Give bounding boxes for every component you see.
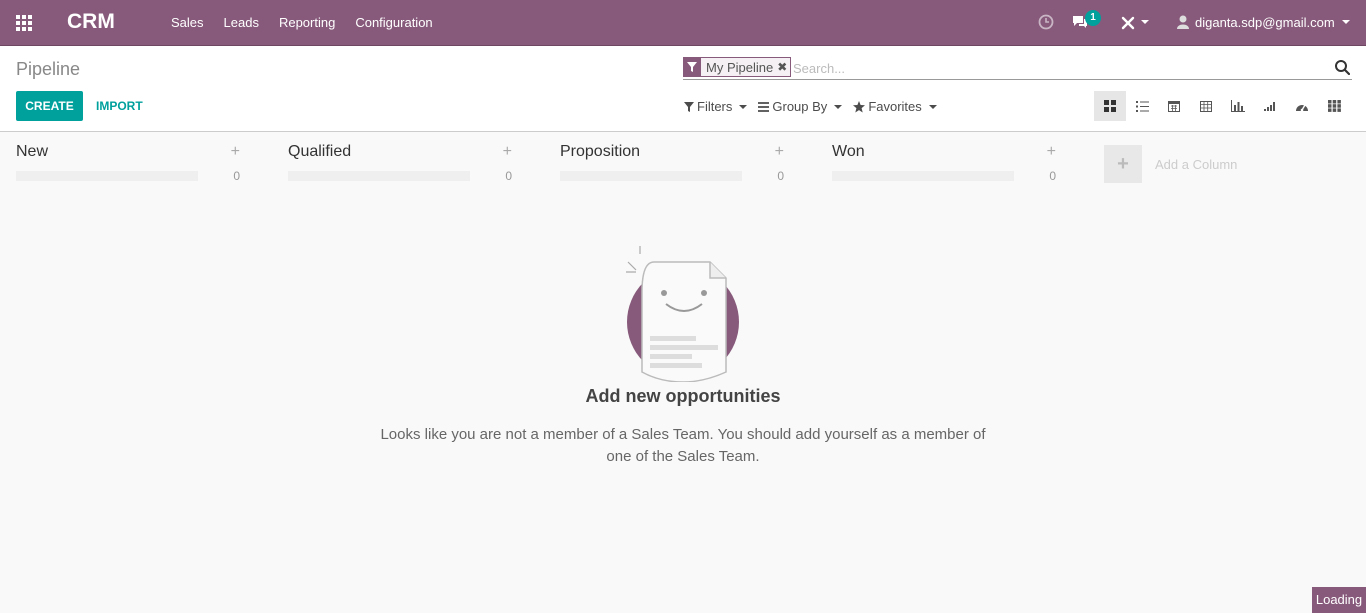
filter-icon <box>684 101 694 112</box>
menu-item-leads[interactable]: Leads <box>224 15 259 30</box>
column-progress-bar <box>832 171 1014 181</box>
column-title[interactable]: Qualified <box>288 143 351 161</box>
favorites-dropdown[interactable]: Favorites <box>853 99 937 114</box>
graph-view-icon <box>1231 100 1245 112</box>
menu-item-configuration[interactable]: Configuration <box>355 15 432 30</box>
graph-view-button[interactable] <box>1222 91 1254 121</box>
kanban-column: Qualified + 0 <box>272 132 528 192</box>
filters-dropdown[interactable]: Filters <box>684 99 748 114</box>
activity-clock-icon[interactable] <box>1038 14 1054 30</box>
top-navbar: CRM Sales Leads Reporting Configuration … <box>0 0 1366 46</box>
grid-view-icon <box>1327 100 1341 112</box>
list-view-icon <box>1135 100 1149 112</box>
add-column-button[interactable]: + Add a Column <box>1104 145 1237 183</box>
search-options: Filters Group By Favorites <box>684 99 948 114</box>
user-menu[interactable]: diganta.sdp@gmail.com <box>1195 15 1335 30</box>
search-bar: My Pipeline ✖ <box>683 56 1352 80</box>
kanban-board: New + 0 Qualified + 0 Proposition + 0 Wo… <box>0 132 1366 613</box>
debug-tools-icon[interactable] <box>1120 15 1136 31</box>
empty-document-illustration-icon <box>626 246 739 382</box>
help-text: Looks like you are not a member of a Sal… <box>380 426 986 465</box>
column-progress-bar <box>16 171 198 181</box>
column-progress-bar <box>288 171 470 181</box>
chevron-down-icon <box>739 104 748 109</box>
create-button[interactable]: CREATE <box>16 91 83 121</box>
apps-menu-icon[interactable] <box>16 15 34 31</box>
kanban-column: Won + 0 <box>816 132 1072 192</box>
dashboard-view-icon <box>1296 104 1308 112</box>
filters-label: Filters <box>697 99 733 114</box>
add-column-label: Add a Column <box>1155 156 1238 172</box>
kanban-column: Proposition + 0 <box>544 132 800 192</box>
cohort-view-button[interactable] <box>1254 91 1286 121</box>
search-icon[interactable] <box>1334 59 1350 75</box>
kanban-view-button[interactable] <box>1094 91 1126 121</box>
chevron-down-icon[interactable] <box>1342 20 1350 24</box>
quick-create-plus-icon[interactable]: + <box>231 143 240 161</box>
chevron-down-icon[interactable] <box>1141 20 1149 24</box>
column-progress-bar <box>560 171 742 181</box>
star-icon <box>853 100 866 112</box>
import-button[interactable]: IMPORT <box>96 91 143 121</box>
column-count: 0 <box>777 169 784 183</box>
column-title[interactable]: Won <box>832 143 865 161</box>
search-input[interactable] <box>793 58 1313 78</box>
menu-item-sales[interactable]: Sales <box>171 15 204 30</box>
kanban-column: New + 0 <box>0 132 256 192</box>
dashboard-view-button[interactable] <box>1286 91 1318 121</box>
column-count: 0 <box>233 169 240 183</box>
column-title[interactable]: Proposition <box>560 143 640 161</box>
group-by-label: Group By <box>772 99 828 114</box>
quick-create-plus-icon[interactable]: + <box>775 143 784 161</box>
column-count: 0 <box>505 169 512 183</box>
bars-icon <box>758 101 770 112</box>
page-title: Pipeline <box>16 59 81 79</box>
grid-view-button[interactable] <box>1318 91 1350 121</box>
column-count: 0 <box>1049 169 1056 183</box>
list-view-button[interactable] <box>1126 91 1158 121</box>
filter-icon <box>683 56 701 77</box>
quick-create-plus-icon[interactable]: + <box>503 143 512 161</box>
cohort-view-icon <box>1264 102 1275 111</box>
search-facet: My Pipeline ✖ <box>683 56 792 77</box>
loading-indicator: Loading <box>1312 587 1366 613</box>
control-panel: Pipeline My Pipeline ✖ CREATE IMPORT Fil… <box>0 46 1366 132</box>
view-switcher <box>1094 91 1350 121</box>
chevron-down-icon <box>928 104 937 109</box>
user-avatar-icon[interactable] <box>1177 14 1189 30</box>
pivot-view-button[interactable] <box>1190 91 1222 121</box>
main-menu: Sales Leads Reporting Configuration <box>171 15 453 30</box>
favorites-label: Favorites <box>868 99 922 114</box>
calendar-view-icon <box>1168 101 1180 112</box>
group-by-dropdown[interactable]: Group By <box>758 99 843 114</box>
app-brand[interactable]: CRM <box>67 10 115 34</box>
calendar-view-button[interactable] <box>1158 91 1190 121</box>
column-title[interactable]: New <box>16 143 48 161</box>
quick-create-plus-icon[interactable]: + <box>1047 143 1056 161</box>
chevron-down-icon <box>834 104 843 109</box>
facet-remove-icon[interactable]: ✖ <box>777 60 790 74</box>
help-title: Add new opportunities <box>585 386 781 406</box>
menu-item-reporting[interactable]: Reporting <box>279 15 335 30</box>
pivot-view-icon <box>1200 100 1212 112</box>
messages-count-badge: 1 <box>1085 10 1101 26</box>
facet-label: My Pipeline <box>706 59 774 75</box>
kanban-view-icon <box>1104 100 1116 112</box>
plus-icon: + <box>1104 145 1142 183</box>
